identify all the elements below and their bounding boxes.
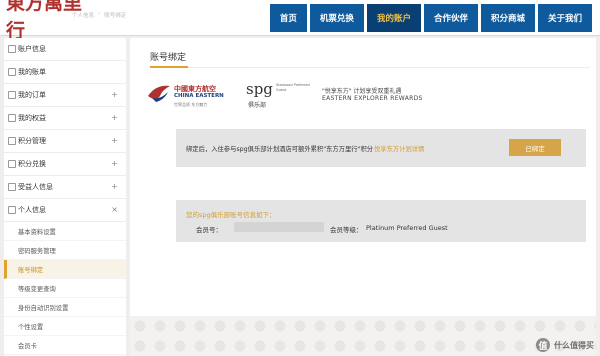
sidebar-subitem-level-change[interactable]: 等级变更查询	[4, 279, 126, 298]
breadcrumb-item: 账号绑定	[104, 13, 127, 19]
top-header: 東方萬里行 个人信息 › 账号绑定 首页 机票兑换 我的账户 合作伙伴 积分商城…	[0, 0, 600, 42]
collapse-icon[interactable]: ×	[111, 205, 118, 214]
sidebar-item-points-management[interactable]: 积分管理 +	[4, 130, 126, 153]
nav-points-mall[interactable]: 积分商城	[480, 4, 535, 32]
sidebar-subitem-basic-profile[interactable]: 基本资料设置	[4, 222, 126, 241]
nav-about-us[interactable]: 关于我们	[537, 4, 592, 32]
program-details-link[interactable]: 悦享东方计划详情	[374, 144, 424, 153]
china-eastern-swallow-icon	[148, 85, 170, 102]
spg-subtitle: Starwood Preferred Guest	[276, 83, 310, 92]
binding-description: 绑定后，入住参与spg俱乐部计划酒店可额外累积"东方万里行"积分	[186, 146, 374, 153]
sidebar-item-my-bill[interactable]: 我的账单	[4, 61, 126, 84]
expand-icon[interactable]: +	[111, 136, 118, 145]
sidebar-item-personal-info[interactable]: 个人信息 ×	[4, 199, 126, 222]
watermark: 值 什么值得买	[536, 338, 594, 352]
sidebar-subitem-identity-recognition[interactable]: 身份自动识别设置	[4, 298, 126, 317]
sidebar-subitem-member-card[interactable]: 会员卡	[4, 336, 126, 355]
member-level-label: 会员等级：	[330, 226, 363, 234]
expand-icon[interactable]: +	[111, 182, 118, 191]
account-info-heading: 您的spg俱乐部账号信息如下：	[186, 211, 276, 219]
exchange-icon	[8, 160, 16, 168]
breadcrumb-item[interactable]: 个人信息	[72, 11, 94, 19]
sidebar-item-my-orders[interactable]: 我的订单 +	[4, 84, 126, 107]
title-underline	[150, 66, 188, 68]
sidebar-item-account-info[interactable]: 账户信息	[4, 38, 126, 61]
breadcrumb-sep: ›	[98, 11, 101, 17]
sidebar-item-label: 个人信息	[18, 206, 46, 214]
expand-icon[interactable]: +	[111, 159, 118, 168]
nav-my-account[interactable]: 我的账户	[366, 4, 421, 32]
main-nav: 首页 机票兑换 我的账户 合作伙伴 积分商城 关于我们	[267, 4, 592, 32]
sidebar-item-points-exchange[interactable]: 积分兑换 +	[4, 153, 126, 176]
expand-icon[interactable]: +	[111, 90, 118, 99]
sidebar-item-label: 账户信息	[18, 45, 46, 53]
spg-wordmark: spg	[246, 80, 273, 98]
sidebar-subitem-personal-settings[interactable]: 个性设置	[4, 317, 126, 336]
sidebar-item-label: 我的权益	[18, 114, 46, 122]
spg-cn: 俱乐部	[248, 102, 267, 109]
sidebar-item-label: 积分管理	[18, 137, 46, 145]
points-icon	[8, 137, 16, 145]
reward-title-cn: "悦享东方" 计划享受双重礼遇	[322, 88, 402, 95]
watermark-text: 什么值得买	[554, 340, 594, 350]
content-panel: 账号绑定 中國東方航空 CHINA EASTERN 世界品质 东方魅力 spg …	[130, 38, 596, 316]
member-number-value-blurred	[234, 222, 324, 232]
spg-account-info-panel: 您的spg俱乐部账号信息如下： 会员号： 会员等级： Platinum Pref…	[176, 200, 586, 242]
china-eastern-en: CHINA EASTERN	[174, 93, 224, 99]
breadcrumb: 个人信息 › 账号绑定	[72, 11, 126, 19]
sidebar-item-label: 受益人信息	[18, 183, 53, 191]
user-icon	[8, 45, 16, 53]
nav-ticket-exchange[interactable]: 机票兑换	[309, 4, 364, 32]
china-eastern-tagline: 世界品质 东方魅力	[174, 102, 208, 107]
sidebar-subitem-password-service[interactable]: 密码服务管理	[4, 241, 126, 260]
title-divider	[150, 67, 590, 68]
decorative-lace-pattern	[130, 316, 596, 356]
sidebar-item-label: 我的订单	[18, 91, 46, 99]
expand-icon[interactable]: +	[111, 113, 118, 122]
member-level-value: Platinum Preferred Guest	[366, 224, 448, 232]
bound-button[interactable]: 已绑定	[509, 139, 561, 156]
orders-icon	[8, 91, 16, 99]
china-eastern-logo: 中國東方航空 CHINA EASTERN 世界品质 东方魅力	[146, 82, 242, 112]
benefits-icon	[8, 114, 16, 122]
beneficiary-icon	[8, 183, 16, 191]
sidebar: 账户信息 我的账单 我的订单 + 我的权益 + 积分管理 + 积分兑换 + 受益…	[4, 38, 126, 356]
reward-title-en: EASTERN EXPLORER REWARDS	[322, 95, 423, 102]
sidebar-item-label: 积分兑换	[18, 160, 46, 168]
sidebar-item-my-benefits[interactable]: 我的权益 +	[4, 107, 126, 130]
nav-home[interactable]: 首页	[269, 4, 307, 32]
spg-logo: spg Starwood Preferred Guest 俱乐部	[242, 80, 312, 114]
sidebar-item-label: 我的账单	[18, 68, 46, 76]
sidebar-item-beneficiary-info[interactable]: 受益人信息 +	[4, 176, 126, 199]
nav-partners[interactable]: 合作伙伴	[423, 4, 478, 32]
sidebar-subitem-account-binding[interactable]: 账号绑定	[4, 260, 126, 279]
watermark-logo-icon: 值	[536, 338, 550, 352]
person-icon	[8, 206, 16, 214]
binding-panel: 绑定后，入住参与spg俱乐部计划酒店可额外累积"东方万里行"积分 悦享东方计划详…	[176, 129, 586, 167]
main-content: 账号绑定 中國東方航空 CHINA EASTERN 世界品质 东方魅力 spg …	[130, 38, 596, 356]
page-title: 账号绑定	[150, 53, 187, 63]
partner-brand-row: 中國東方航空 CHINA EASTERN 世界品质 东方魅力 spg Starw…	[146, 78, 586, 118]
member-number-label: 会员号：	[196, 226, 222, 234]
bill-icon	[8, 68, 16, 76]
